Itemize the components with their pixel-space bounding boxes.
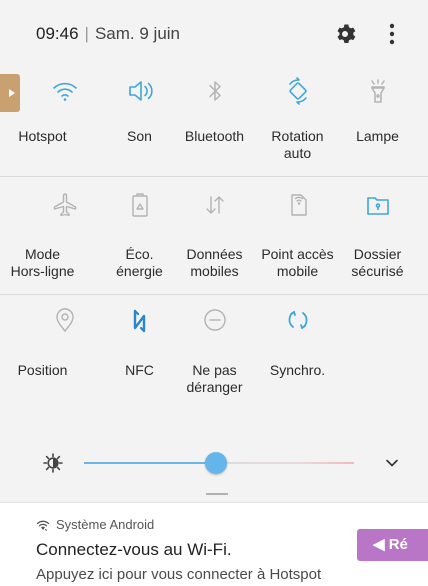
tile-lampe[interactable]: [335, 76, 420, 106]
tile-label-airplane: Mode Hors-ligne: [10, 246, 75, 279]
status-bar: 09:46 | Sam. 9 juin: [0, 0, 428, 64]
wifi-icon: [52, 82, 77, 101]
tile-label-nfc: NFC: [125, 362, 154, 378]
tile-bluetooth[interactable]: [172, 76, 257, 106]
brightness-track-filled: [84, 462, 217, 464]
rotation-icon: [288, 77, 307, 105]
speaker-icon: [128, 81, 153, 101]
flashlight-icon: [370, 79, 385, 103]
reply-button[interactable]: ◀ Ré: [357, 529, 428, 561]
tile-label-rotation: Rotation auto: [271, 128, 324, 161]
tile-airplane[interactable]: [22, 190, 107, 220]
brightness-icon: [43, 453, 63, 473]
data-arrows-icon: [205, 196, 224, 214]
tile-label-dnd: Ne pas déranger: [186, 362, 243, 395]
battery-icon: [131, 193, 148, 217]
tile-rotation[interactable]: [255, 76, 340, 106]
brightness-control: [0, 440, 428, 484]
nfc-icon: [133, 309, 145, 333]
tile-label-bluetooth: Bluetooth: [184, 128, 245, 144]
divider: [0, 294, 428, 295]
do-not-disturb-icon: [203, 309, 226, 331]
mobile-hotspot-icon: [290, 194, 307, 216]
tile-label-lampe: Lampe: [356, 128, 399, 144]
tile-label-position: Position: [17, 362, 68, 378]
tile-son[interactable]: [97, 76, 182, 106]
airplane-icon: [53, 193, 76, 217]
notification-title: Connectez-vous au Wi-Fi.: [36, 540, 232, 559]
tile-label-sync: Synchro.: [269, 362, 326, 378]
date: Sam. 9 juin: [94, 24, 181, 43]
tile-label-son: Son: [127, 128, 152, 144]
tile-label-hotspot: Hotspot: [18, 128, 67, 144]
tile-dnd[interactable]: [172, 305, 257, 335]
tile-data[interactable]: [172, 190, 257, 220]
brightness-track[interactable]: [216, 462, 354, 464]
more-vertical-icon[interactable]: [385, 22, 399, 46]
tile-label-mobile-hotspot: Point accès mobile: [261, 246, 334, 279]
separator: |: [84, 24, 89, 43]
edge-panel-handle[interactable]: [0, 74, 20, 112]
wifi-icon: [36, 520, 50, 531]
tile-hotspot[interactable]: [22, 76, 107, 106]
gear-icon[interactable]: [333, 22, 357, 46]
tile-eco[interactable]: [97, 190, 182, 220]
tile-secure-folder[interactable]: [335, 190, 420, 220]
notification-app-name: Système Android: [56, 517, 155, 532]
bluetooth-icon: [208, 81, 221, 101]
tile-nfc[interactable]: [97, 305, 182, 335]
date-time: 09:46 | Sam. 9 juin: [36, 24, 180, 44]
notification-app: Système Android: [36, 517, 154, 532]
secure-folder-icon: [366, 197, 389, 215]
location-icon: [55, 308, 74, 333]
brightness-slider-thumb[interactable]: [205, 452, 228, 474]
clock: 09:46: [36, 24, 79, 43]
divider: [0, 176, 428, 177]
tile-label-data: Données mobiles: [186, 246, 243, 279]
tile-position[interactable]: [22, 305, 107, 335]
tile-label-secure-folder: Dossier sécurisé: [351, 246, 404, 279]
tile-sync[interactable]: [255, 305, 340, 335]
chevron-down-icon[interactable]: [384, 455, 400, 471]
notification-body: Appuyez ici pour vous connecter à Hotspo…: [36, 566, 322, 583]
drag-handle[interactable]: [206, 493, 228, 495]
tile-label-eco: Éco. énergie: [116, 246, 163, 279]
sync-icon: [288, 310, 307, 330]
tile-mobile-hotspot[interactable]: [255, 190, 340, 220]
